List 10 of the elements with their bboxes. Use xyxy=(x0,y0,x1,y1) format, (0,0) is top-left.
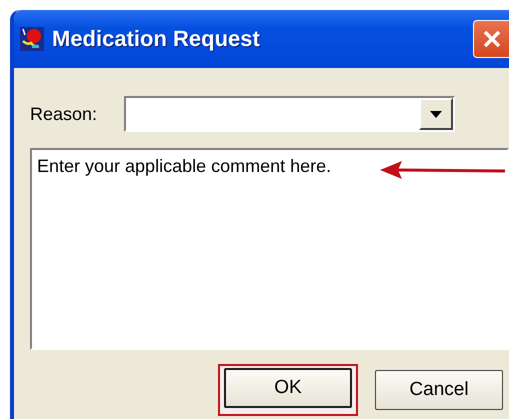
window-title: Medication Request xyxy=(52,26,260,52)
reason-label: Reason: xyxy=(30,104,98,124)
close-button[interactable] xyxy=(473,20,509,58)
reason-dropdown[interactable] xyxy=(124,96,455,132)
dialog-button[interactable]: OK xyxy=(224,368,352,408)
caret-icon xyxy=(430,110,442,118)
comment-field[interactable]: Enter your applicable comment here. xyxy=(30,148,509,350)
app-icon xyxy=(20,27,44,51)
dialog-button[interactable]: Cancel xyxy=(375,370,503,410)
dropdown-button[interactable] xyxy=(419,98,453,130)
